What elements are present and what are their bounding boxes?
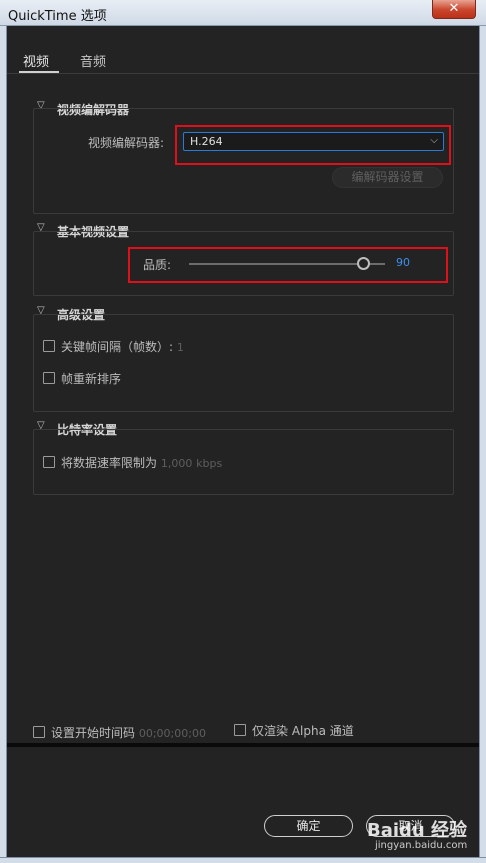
start-timecode-label: 设置开始时间码 00;00;00;00	[51, 726, 206, 740]
tab-bar: 视频 音频	[7, 26, 479, 74]
bitrate-unit: kbps	[196, 457, 223, 470]
timecode-value: 00;00;00;00	[138, 727, 206, 740]
start-timecode-checkbox[interactable]	[33, 726, 45, 738]
tab-audio[interactable]: 音频	[80, 51, 106, 70]
tab-video[interactable]: 视频	[23, 51, 49, 70]
advanced-panel	[33, 314, 454, 412]
close-button[interactable]: ✕	[432, 0, 476, 19]
highlight-box-codec	[175, 125, 451, 165]
keyframe-label: 关键帧间隔（帧数）: 1	[61, 340, 184, 354]
watermark-logo: Baidu 经验	[367, 820, 468, 841]
keyframe-value: 1	[176, 341, 184, 354]
window-frame-left	[0, 26, 7, 863]
highlight-box-quality	[128, 247, 448, 283]
frame-reorder-label: 帧重新排序	[61, 372, 122, 386]
watermark-url: jingyan.baidu.com	[375, 840, 468, 851]
bitrate-value: 1,000	[160, 457, 193, 470]
ok-button[interactable]: 确定	[264, 815, 353, 837]
keyframe-checkbox[interactable]	[43, 340, 55, 352]
codec-label: 视频编解码器:	[88, 136, 165, 150]
window-frame-right	[479, 26, 486, 863]
dialog-body: 视频 音频 ▽ 视频编解码器 视频编解码器: H.264 ⌵ 编解码器设置 ▽ …	[7, 26, 479, 857]
divider-bar	[7, 743, 479, 747]
title-bar: QuickTime 选项 ✕	[0, 0, 486, 26]
limit-bitrate-checkbox[interactable]	[43, 456, 55, 468]
close-icon: ✕	[448, 1, 460, 16]
tab-divider	[7, 73, 479, 74]
window-title: QuickTime 选项	[8, 9, 107, 24]
alpha-only-checkbox[interactable]	[234, 724, 246, 736]
limit-bitrate-label: 将数据速率限制为 1,000 kbps	[61, 456, 223, 470]
codec-settings-button[interactable]: 编解码器设置	[332, 167, 443, 188]
frame-reorder-checkbox[interactable]	[43, 372, 55, 384]
alpha-only-label: 仅渲染 Alpha 通道	[252, 724, 354, 738]
window-frame-bottom	[0, 857, 486, 863]
